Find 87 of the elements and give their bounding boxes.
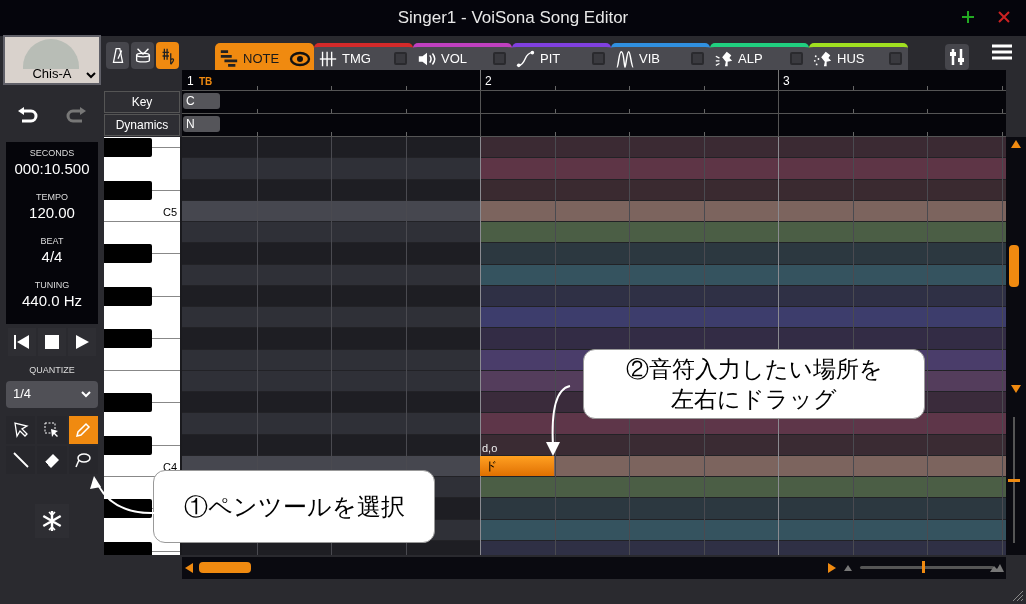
bars-icon (218, 48, 240, 69)
menu-icon (991, 43, 1013, 61)
tab[interactable]: NOTE (215, 43, 314, 70)
scroll-left-icon[interactable] (185, 563, 193, 573)
info-value: 440.0 Hz (21, 291, 82, 311)
measure-number: 2 (485, 73, 492, 90)
callout: ①ペンツールを選択 (153, 470, 435, 543)
avatar-placeholder (23, 39, 79, 69)
resize-grip-icon[interactable] (1010, 588, 1024, 602)
zoom-slider-thumb[interactable] (922, 561, 925, 573)
info-value: 000:10.500 (14, 159, 90, 179)
skip-to-start-button[interactable] (8, 328, 36, 356)
scroll-up-icon[interactable] (1011, 140, 1021, 148)
singer-selector[interactable]: Chis-A (3, 35, 101, 85)
sharp-key[interactable] (104, 499, 152, 519)
note[interactable]: ド (480, 455, 554, 476)
checkbox[interactable] (394, 52, 407, 65)
scroll-thumb[interactable] (199, 562, 251, 573)
callout: ②音符入力したい場所を左右にドラッグ (583, 349, 925, 419)
sharp-key[interactable] (104, 329, 152, 349)
tab[interactable]: HUS (809, 43, 908, 70)
sliders-icon (948, 47, 966, 67)
menu-button[interactable] (990, 42, 1014, 62)
pitch-curve-icon (515, 48, 537, 69)
track-label: Key (104, 91, 180, 113)
scroll-thumb[interactable] (1009, 245, 1019, 287)
info-value: 120.00 (29, 203, 75, 223)
add-button[interactable] (960, 9, 976, 25)
eye-icon[interactable] (289, 50, 311, 67)
timeline-ruler[interactable]: 1 TB 2 3 (182, 70, 1006, 91)
checkbox[interactable] (592, 52, 605, 65)
chevron-down-icon (86, 71, 96, 79)
info-label: TUNING (34, 279, 70, 291)
tempo-beat-marker: TB (199, 75, 213, 89)
sharp-key[interactable] (104, 435, 152, 455)
scroll-right-icon[interactable] (828, 563, 836, 573)
quantize-dropdown[interactable]: 1/4 (6, 380, 98, 408)
freeze-button[interactable] (35, 503, 69, 538)
chevron-down-icon (81, 390, 91, 398)
sharp-key[interactable] (104, 180, 152, 200)
skip-back-icon (13, 333, 31, 351)
drum-button[interactable] (131, 42, 154, 69)
line-icon (10, 449, 31, 470)
tab[interactable]: VOL (413, 43, 512, 70)
tab[interactable]: TMG (314, 43, 413, 70)
checkbox[interactable] (889, 52, 902, 65)
play-button[interactable] (68, 328, 96, 356)
key-label: C5 (162, 204, 177, 220)
info-label: SECONDS (29, 147, 75, 159)
sharp-key[interactable] (104, 541, 152, 555)
scroll-down-icon[interactable] (1011, 385, 1021, 393)
phoneme-label: d,o (482, 440, 498, 456)
measure-number: 3 (783, 73, 790, 90)
vibrato-icon (614, 48, 636, 69)
mixer-button[interactable] (945, 44, 969, 70)
tab[interactable]: VIB (611, 43, 710, 70)
stop-icon (43, 333, 61, 351)
close-button[interactable] (997, 10, 1011, 24)
checkbox[interactable] (493, 52, 506, 65)
zoom-slider-thumb[interactable] (1008, 479, 1020, 482)
window-title: Singer1 - VoiSona Song Editor (397, 7, 629, 30)
singer-name: Chis-A (32, 66, 72, 82)
measure-number: 1 (187, 73, 194, 90)
play-icon (73, 333, 91, 351)
zoom-slider-track[interactable] (860, 566, 994, 569)
sharp-key[interactable] (104, 286, 152, 306)
info-label: BEAT (40, 235, 64, 247)
track-label: Dynamics (104, 114, 180, 136)
sharp-key[interactable] (104, 244, 152, 264)
checkbox[interactable] (790, 52, 803, 65)
checkbox[interactable] (691, 52, 704, 65)
tab[interactable]: PIT (512, 43, 611, 70)
quantize-label: QUANTIZE (29, 364, 75, 377)
stop-button[interactable] (38, 328, 66, 356)
metronome-button[interactable] (106, 42, 129, 69)
info-label: TEMPO (36, 191, 68, 203)
track-chip[interactable]: N (183, 116, 220, 132)
pencil-tool-button[interactable] (68, 415, 98, 444)
snowflake-icon (40, 508, 64, 533)
tab[interactable]: ALP (710, 43, 809, 70)
redo-icon (65, 106, 87, 126)
accidental-button[interactable] (156, 42, 179, 69)
undo-icon (17, 106, 39, 126)
zoom-in-icon[interactable] (990, 564, 1004, 572)
zoom-out-icon[interactable] (844, 565, 852, 571)
info-value: 4/4 (41, 247, 63, 267)
track-chip[interactable]: C (183, 93, 220, 109)
